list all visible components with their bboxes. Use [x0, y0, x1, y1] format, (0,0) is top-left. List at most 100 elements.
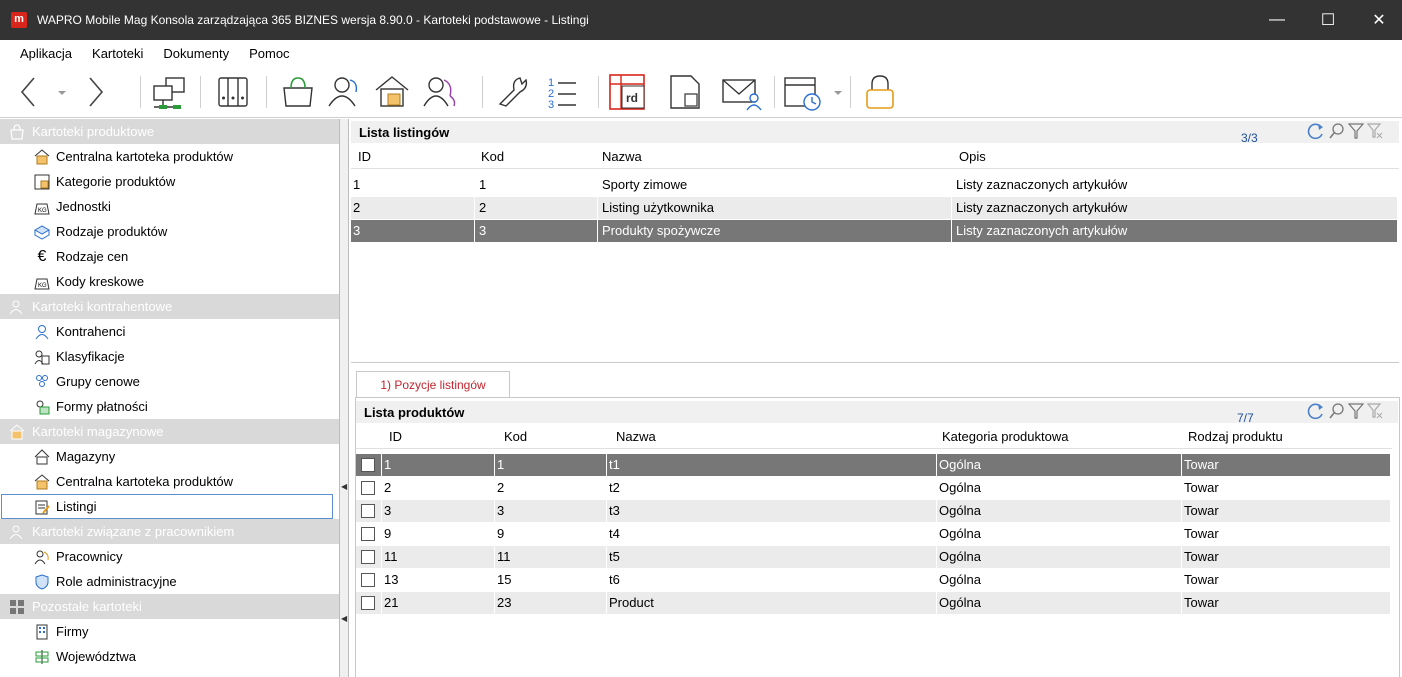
minimize-button[interactable]: — — [1254, 0, 1300, 40]
sidebar-item-kategorie-produktow[interactable]: Kategorie produktów — [0, 169, 339, 194]
listing-row-selected[interactable]: 3 3 Produkty spożywcze Listy zaznaczonyc… — [351, 220, 1397, 242]
column-header-rodzaj[interactable]: Rodzaj produktu — [1188, 429, 1283, 444]
sidebar-item-centralna-kartoteka-mag[interactable]: Centralna kartoteka produktów — [0, 469, 339, 494]
column-header-id[interactable]: ID — [389, 429, 402, 444]
sidebar-item-rodzaje-produktow[interactable]: Rodzaje produktów — [0, 219, 339, 244]
padlock-icon[interactable] — [860, 72, 900, 112]
toolbar: 123 rd — [0, 66, 1402, 118]
warehouse-icon[interactable] — [372, 72, 412, 112]
column-header-nazwa[interactable]: Nazwa — [602, 149, 642, 164]
row-checkbox[interactable] — [361, 550, 375, 564]
product-row-selected[interactable]: 1 1 t1 Ogólna Towar — [356, 454, 1390, 476]
menu-pomoc[interactable]: Pomoc — [239, 46, 299, 61]
column-header-kod[interactable]: Kod — [504, 429, 527, 444]
sidebar-section-pozostale[interactable]: Pozostałe kartoteki — [0, 594, 339, 619]
document-icon[interactable] — [665, 72, 705, 112]
numbered-list-icon[interactable]: 123 — [542, 72, 582, 112]
sidebar-section-label: Kartoteki produktowe — [32, 124, 155, 139]
maximize-button[interactable]: ☐ — [1305, 0, 1351, 40]
sidebar-item-kody-kreskowe[interactable]: KG Kody kreskowe — [0, 269, 339, 294]
refresh-icon[interactable] — [1306, 402, 1326, 423]
clear-filter-icon[interactable] — [1366, 122, 1383, 143]
sidebar-section-produktowe[interactable]: Kartoteki produktowe — [0, 119, 339, 144]
menu-dokumenty[interactable]: Dokumenty — [153, 46, 239, 61]
sidebar-item-kontrahenci[interactable]: Kontrahenci — [0, 319, 339, 344]
sidebar-item-klasyfikacje[interactable]: Klasyfikacje — [0, 344, 339, 369]
sidebar-section-label: Pozostałe kartoteki — [32, 599, 142, 614]
listing-row[interactable]: 1 1 Sporty zimowe Listy zaznaczonych art… — [351, 174, 1397, 196]
products-tools — [1306, 402, 1383, 423]
search-icon[interactable] — [1329, 122, 1345, 143]
sidebar-item-rodzaje-cen[interactable]: € Rodzaje cen — [0, 244, 339, 269]
filter-icon[interactable] — [1347, 402, 1365, 423]
product-row[interactable]: 11 11 t5 Ogólna Towar — [356, 546, 1390, 568]
close-button[interactable]: ✕ — [1356, 0, 1402, 40]
row-checkbox[interactable] — [361, 527, 375, 541]
sidebar-splitter[interactable]: ◀ ◀ — [340, 119, 349, 677]
search-icon[interactable] — [1329, 402, 1345, 423]
employee-icon[interactable] — [420, 72, 460, 112]
column-header-kategoria[interactable]: Kategoria produktowa — [942, 429, 1068, 444]
row-checkbox[interactable] — [361, 481, 375, 495]
product-row[interactable]: 13 15 t6 Ogólna Towar — [356, 569, 1390, 591]
shopping-bag-icon[interactable] — [278, 72, 318, 112]
cell-kod: 3 — [479, 223, 487, 238]
cell-nazwa: t4 — [609, 526, 620, 541]
row-checkbox[interactable] — [361, 596, 375, 610]
contractor-icon[interactable] — [324, 72, 364, 112]
warehouse-icon — [8, 423, 26, 441]
sidebar-item-pracownicy[interactable]: Pracownicy — [0, 544, 339, 569]
product-row[interactable]: 2 2 t2 Ogólna Towar — [356, 477, 1390, 499]
cell-rodzaj: Towar — [1184, 549, 1219, 564]
column-header-nazwa[interactable]: Nazwa — [616, 429, 656, 444]
sidebar-section-label: Kartoteki magazynowe — [32, 424, 164, 439]
row-checkbox[interactable] — [361, 573, 375, 587]
collapse-arrow-icon-2[interactable]: ◀ — [341, 614, 347, 623]
sidebar-item-firmy[interactable]: Firmy — [0, 619, 339, 644]
row-checkbox[interactable] — [361, 504, 375, 518]
product-row[interactable]: 3 3 t3 Ogólna Towar — [356, 500, 1390, 522]
sidebar-item-jednostki[interactable]: KG Jednostki — [0, 194, 339, 219]
listing-row[interactable]: 2 2 Listing użytkownika Listy zaznaczony… — [351, 197, 1397, 219]
dropdown-arrow-icon[interactable] — [54, 72, 70, 112]
column-header-opis[interactable]: Opis — [959, 149, 986, 164]
product-row[interactable]: 21 23 Product Ogólna Towar — [356, 592, 1390, 614]
sidebar-item-listingi[interactable]: Listingi — [1, 494, 333, 519]
binders-icon[interactable] — [213, 72, 253, 112]
listings-grid: ID Kod Nazwa Opis 1 1 Sporty zimowe List… — [351, 145, 1399, 363]
back-arrow-icon[interactable] — [14, 72, 44, 112]
collapse-arrow-icon[interactable]: ◀ — [341, 482, 347, 491]
tab-pozycje-listingow[interactable]: 1) Pozycje listingów — [356, 371, 510, 397]
sidebar-item-magazyny[interactable]: Magazyny — [0, 444, 339, 469]
envelope-user-icon[interactable] — [720, 72, 764, 112]
menu-kartoteki[interactable]: Kartoteki — [82, 46, 153, 61]
row-checkbox[interactable] — [361, 458, 375, 472]
sidebar-section-pracownik[interactable]: Kartoteki związane z pracownikiem — [0, 519, 339, 544]
cell-id: 11 — [384, 549, 398, 564]
sidebar-item-centralna-kartoteka[interactable]: Centralna kartoteka produktów — [0, 144, 339, 169]
column-header-id[interactable]: ID — [358, 149, 371, 164]
cell-kategoria: Ogólna — [939, 595, 981, 610]
sidebar-section-kontrahentowe[interactable]: Kartoteki kontrahentowe — [0, 294, 339, 319]
refresh-icon[interactable] — [1306, 122, 1326, 143]
cell-id: 3 — [384, 503, 392, 518]
wrench-icon[interactable] — [492, 72, 532, 112]
menu-aplikacja[interactable]: Aplikacja — [0, 46, 82, 61]
dropdown-arrow-icon-2[interactable] — [830, 72, 846, 112]
sidebar-item-grupy-cenowe[interactable]: Grupy cenowe — [0, 369, 339, 394]
forward-arrow-icon[interactable] — [80, 72, 110, 112]
cell-id: 2 — [353, 200, 361, 215]
table-rd-icon[interactable]: rd — [607, 72, 647, 112]
column-header-kod[interactable]: Kod — [481, 149, 504, 164]
sidebar-item-formy-platnosci[interactable]: Formy płatności — [0, 394, 339, 419]
sidebar-item-role-administracyjne[interactable]: Role administracyjne — [0, 569, 339, 594]
product-row[interactable]: 9 9 t4 Ogólna Towar — [356, 523, 1390, 545]
sidebar-section-magazynowe[interactable]: Kartoteki magazynowe — [0, 419, 339, 444]
tiles-icon — [8, 598, 26, 616]
calendar-clock-icon[interactable] — [782, 72, 826, 112]
network-icon[interactable] — [150, 72, 190, 112]
filter-icon[interactable] — [1347, 122, 1365, 143]
listings-title: Lista listingów — [359, 124, 450, 140]
clear-filter-icon[interactable] — [1366, 402, 1383, 423]
sidebar-item-wojewodztwa[interactable]: Województwa — [0, 644, 339, 669]
